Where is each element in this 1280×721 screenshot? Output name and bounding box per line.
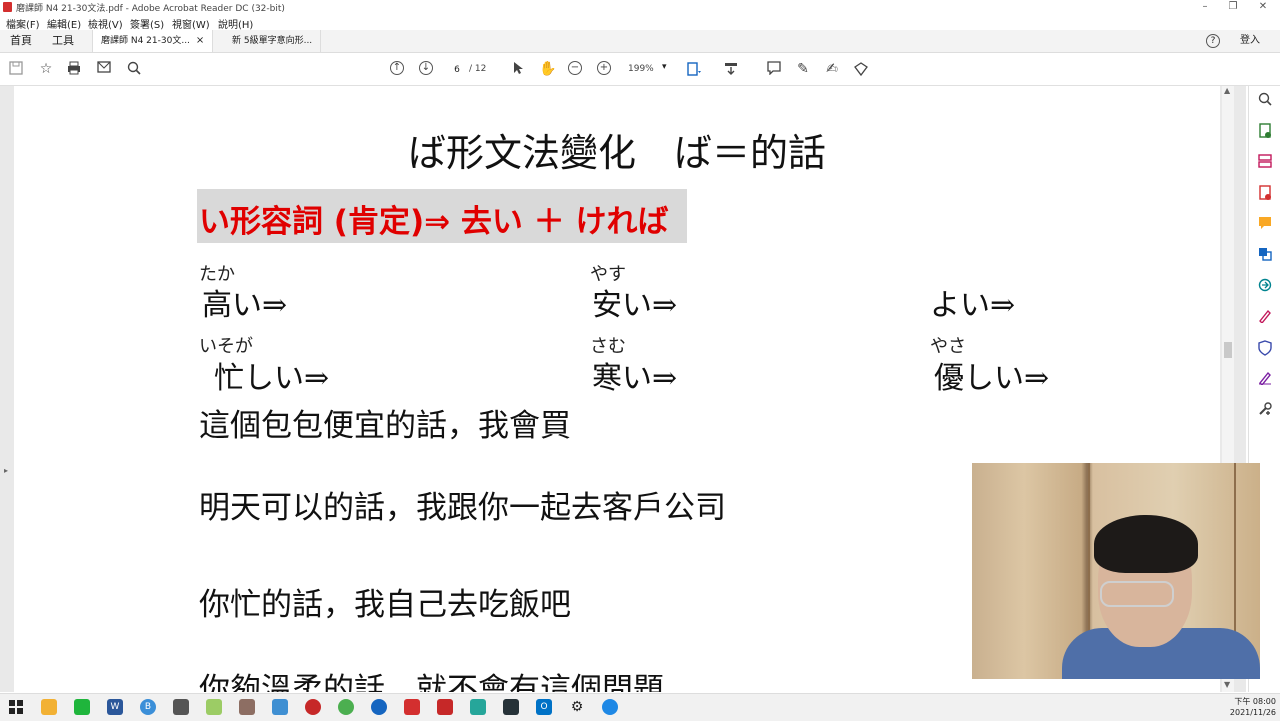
previous-page-icon[interactable]: ↑ bbox=[390, 61, 404, 75]
zoom-dropdown-icon[interactable]: ▾ bbox=[662, 62, 667, 72]
example-sentence: 你忙的話，我自己去吃飯吧 bbox=[199, 587, 571, 623]
stamp-icon[interactable] bbox=[853, 61, 869, 77]
bookmark-star-icon[interactable]: ☆ bbox=[38, 61, 54, 77]
scroll-mode-icon[interactable] bbox=[723, 61, 739, 77]
highlight-pen-icon[interactable]: ✎ bbox=[795, 61, 811, 77]
scroll-up-icon[interactable]: ▲ bbox=[1224, 86, 1230, 95]
tab-document-active[interactable]: 磨課師 N4 21-30文... × bbox=[92, 30, 214, 52]
scroll-down-icon[interactable]: ▼ bbox=[1224, 680, 1230, 689]
page-number-input[interactable]: 6 bbox=[446, 62, 468, 78]
paint-icon[interactable] bbox=[206, 699, 222, 715]
example-sentence: 這個包包便宜的話，我會買 bbox=[199, 408, 571, 444]
menu-edit[interactable]: 編輯(E) bbox=[47, 16, 81, 31]
menu-file[interactable]: 檔案(F) bbox=[6, 16, 40, 31]
print-icon[interactable] bbox=[66, 61, 82, 77]
menu-help[interactable]: 說明(H) bbox=[218, 16, 253, 31]
outlook-icon[interactable]: O bbox=[536, 699, 552, 715]
page-heading: ば形文法變化 ば＝的話 bbox=[407, 131, 826, 175]
example-word: よい⇒ bbox=[930, 288, 1016, 323]
menu-window[interactable]: 視窗(W) bbox=[172, 16, 210, 31]
protect-shield-icon[interactable] bbox=[1257, 340, 1273, 356]
presenter-glasses bbox=[1100, 581, 1174, 607]
fill-sign-icon[interactable] bbox=[1257, 309, 1273, 325]
close-window-button[interactable]: ✕ bbox=[1248, 0, 1278, 14]
messenger-icon[interactable] bbox=[602, 699, 618, 715]
select-cursor-icon[interactable] bbox=[510, 61, 526, 77]
example-word: 高い⇒ bbox=[202, 288, 288, 323]
more-tools-icon[interactable] bbox=[1257, 402, 1273, 418]
example-word: 安い⇒ bbox=[592, 288, 678, 323]
zoom-level[interactable]: 199% bbox=[628, 64, 654, 74]
comment-tool-icon[interactable] bbox=[1257, 216, 1273, 232]
zoom-out-icon[interactable]: − bbox=[568, 61, 582, 75]
toolbar: ☆ ↑ ↓ 6 / 12 ✋ − + 199% ▾ ✎ ✍ bbox=[0, 53, 1280, 86]
tab-close-icon[interactable]: × bbox=[196, 35, 204, 46]
create-pdf-icon[interactable] bbox=[1257, 185, 1273, 201]
minimize-button[interactable]: – bbox=[1190, 0, 1220, 14]
tool-app-icon[interactable] bbox=[239, 699, 255, 715]
photos-app-icon[interactable] bbox=[272, 699, 288, 715]
video-app-icon[interactable] bbox=[503, 699, 519, 715]
stickers-app-icon[interactable] bbox=[470, 699, 486, 715]
acrobat-icon bbox=[3, 2, 12, 12]
example-word: 優しい⇒ bbox=[934, 361, 1050, 396]
calculator-icon[interactable] bbox=[173, 699, 189, 715]
next-page-icon[interactable]: ↓ bbox=[419, 61, 433, 75]
send-for-review-icon[interactable] bbox=[1257, 278, 1273, 294]
example-sentence: 你夠溫柔的話，就不會有這個問題 bbox=[199, 672, 664, 692]
acrobat-taskbar-icon[interactable] bbox=[404, 699, 420, 715]
fit-page-icon[interactable] bbox=[686, 61, 702, 77]
help-icon[interactable]: ? bbox=[1206, 34, 1220, 48]
combine-files-icon[interactable] bbox=[1257, 247, 1273, 263]
zoom-tool-icon[interactable] bbox=[1257, 92, 1273, 108]
zoom-in-icon[interactable]: + bbox=[597, 61, 611, 75]
menu-view[interactable]: 檢視(V) bbox=[88, 16, 123, 31]
tab-tools[interactable]: 工具 bbox=[52, 30, 74, 52]
bluetooth-app-icon[interactable]: B bbox=[140, 699, 156, 715]
tab-bar: 首頁 工具 磨課師 N4 21-30文... × 新 5級單字意向形... ? 登… bbox=[0, 30, 1280, 53]
save-icon[interactable] bbox=[8, 61, 24, 77]
file-explorer-icon[interactable] bbox=[41, 699, 57, 715]
word-icon[interactable]: W bbox=[107, 699, 123, 715]
menu-sign[interactable]: 簽署(S) bbox=[130, 16, 164, 31]
chrome-icon[interactable] bbox=[338, 699, 354, 715]
sign-in-link[interactable]: 登入 bbox=[1240, 30, 1260, 52]
email-icon[interactable] bbox=[96, 61, 112, 77]
record-app-icon[interactable] bbox=[305, 699, 321, 715]
edit-pdf-icon[interactable] bbox=[1257, 371, 1273, 387]
menu-bar: 檔案(F) 編輯(E) 檢視(V) 簽署(S) 視窗(W) 說明(H) bbox=[0, 14, 1280, 31]
example-sentence: 明天可以的話，我跟你一起去客戶公司 bbox=[199, 490, 726, 526]
conjugation-rule: い形容詞 (肯定)⇒ 去い ＋ ければ bbox=[199, 204, 669, 240]
page-total: / 12 bbox=[469, 64, 487, 74]
system-clock[interactable]: 下午 08:00 2021/11/26 bbox=[1228, 696, 1276, 718]
comment-icon[interactable] bbox=[766, 61, 782, 77]
clock-time: 下午 08:00 bbox=[1234, 697, 1276, 706]
tab-document-2-label: 新 5級單字意向形... bbox=[232, 36, 313, 46]
title-bar: 磨課師 N4 21-30文法.pdf - Adobe Acrobat Reade… bbox=[0, 0, 1280, 14]
settings-gear-icon[interactable]: ⚙ bbox=[569, 699, 585, 715]
left-pane-collapse-icon[interactable]: ▸ bbox=[4, 466, 8, 475]
pdf-app-icon[interactable] bbox=[437, 699, 453, 715]
tab-document-2[interactable]: 新 5級單字意向形... bbox=[224, 30, 322, 52]
restore-button[interactable]: ❐ bbox=[1218, 0, 1248, 14]
example-word: 寒い⇒ bbox=[592, 361, 678, 396]
media-player-icon[interactable] bbox=[371, 699, 387, 715]
organize-pages-icon[interactable] bbox=[1257, 154, 1273, 170]
windows-taskbar: W B O ⚙ 下午 08:00 2021/11/26 bbox=[0, 693, 1280, 721]
line-app-icon[interactable] bbox=[74, 699, 90, 715]
tab-document-label: 磨課師 N4 21-30文... bbox=[101, 36, 190, 46]
example-word: 忙しい⇒ bbox=[214, 361, 330, 396]
presenter-hair bbox=[1094, 515, 1198, 573]
windows-start-icon[interactable] bbox=[8, 699, 24, 715]
draw-icon[interactable]: ✍ bbox=[824, 61, 840, 77]
export-pdf-icon[interactable] bbox=[1257, 123, 1273, 139]
webcam-overlay bbox=[972, 463, 1260, 679]
window-title: 磨課師 N4 21-30文法.pdf - Adobe Acrobat Reade… bbox=[16, 4, 285, 14]
hand-tool-icon[interactable]: ✋ bbox=[539, 61, 556, 77]
scrollbar-thumb[interactable] bbox=[1224, 342, 1232, 358]
find-icon[interactable] bbox=[126, 61, 142, 77]
clock-date: 2021/11/26 bbox=[1229, 708, 1276, 717]
tab-home[interactable]: 首頁 bbox=[10, 30, 32, 52]
